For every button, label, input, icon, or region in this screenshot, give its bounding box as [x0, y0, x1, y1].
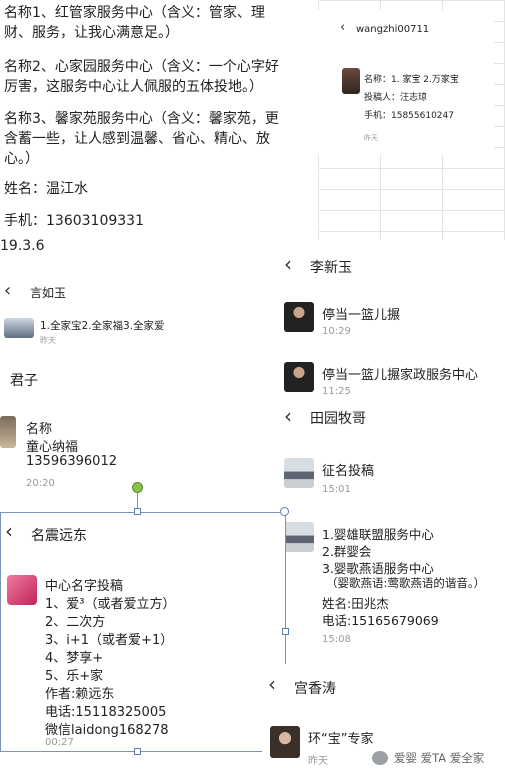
- back-chevron-icon[interactable]: ‹: [5, 519, 13, 543]
- note-panel-wen: 名称1、红管家服务中心（含义：管家、理 财、服务，让我心满意足。） 名称2、心家…: [0, 0, 318, 238]
- note-line: 心。）: [4, 151, 39, 167]
- chat-panel-mingzhen: ‹ 名震远东 中心名字投稿 1、爱³（或者爱立方） 2、二次方 3、i+1（或者…: [0, 512, 286, 752]
- message-line: 13596396012: [26, 454, 117, 469]
- message-time: 昨天: [308, 756, 328, 767]
- avatar: [284, 362, 314, 392]
- message-line: 2、二次方: [45, 615, 106, 630]
- message-time: 00:27: [45, 737, 74, 748]
- message-line: 电话:15165679069: [322, 613, 439, 628]
- note-line: 含蓄一些，让人感到温馨、省心、精心、放: [4, 131, 270, 147]
- chat-card-wangzhi: ‹ wangzhi00711 名称：1. 家宝 2.万家宝 投稿人：汪志琼 手机…: [318, 10, 494, 155]
- chat-panel-yanruyu: ‹ 言如玉 1.全家宝2.全家福3.全家爱 昨天 君子 名称 童心纳福 1359…: [0, 272, 276, 512]
- chat-title: wangzhi00711: [356, 24, 430, 35]
- note-line: 名称3、馨家苑服务中心（含义：馨家苑，更: [4, 111, 279, 127]
- message-time: 昨天: [364, 134, 378, 142]
- message-time: 11:25: [322, 386, 351, 397]
- wechat-watermark: 爱婴 爱TA 爱全家: [372, 748, 505, 772]
- note-name: 姓名：温江水: [4, 181, 88, 197]
- message-time: 15:01: [322, 484, 351, 495]
- message-line: 5、乐+家: [45, 669, 104, 684]
- message-time: 10:29: [322, 326, 351, 337]
- contact-label: 君子: [10, 373, 38, 389]
- message-line: 手机：15855610247: [364, 111, 454, 121]
- back-chevron-icon[interactable]: ‹: [284, 252, 292, 276]
- rotate-handle[interactable]: [132, 482, 143, 493]
- resize-handle-bottom[interactable]: [134, 748, 141, 755]
- watermark-text: 爱婴 爱TA 爱全家: [394, 751, 485, 765]
- chat-title: 田园牧哥: [310, 411, 366, 427]
- message-text: 征名投稿: [322, 464, 375, 479]
- back-chevron-icon[interactable]: ‹: [284, 404, 292, 428]
- note-line: 财、服务，让我心满意足。）: [4, 25, 179, 41]
- chat-panel-tianyuan: ‹ 田园牧哥 征名投稿 15:01 1.婴雄联盟服务中心 2.群婴会 3.婴歌燕…: [276, 404, 505, 656]
- message-line: 作者:赖远东: [45, 687, 115, 702]
- date-fragment: 19.3.6: [0, 238, 45, 254]
- wechat-icon: [372, 751, 388, 765]
- avatar: [342, 68, 360, 94]
- resize-handle-top-right[interactable]: [280, 507, 289, 516]
- message-line: 3、i+1（或者爱+1）: [45, 633, 174, 648]
- avatar: [284, 302, 314, 332]
- message-time: 昨天: [40, 336, 56, 345]
- note-line: 名称1、红管家服务中心（含义：管家、理: [4, 5, 265, 21]
- back-chevron-icon[interactable]: ‹: [4, 280, 11, 301]
- message-line: 1、爱³（或者爱立方）: [45, 597, 176, 612]
- message-text: 停当一篮儿搌: [322, 308, 401, 323]
- message-line: （婴歌燕语:莺歌燕语的谐音。）: [326, 576, 486, 590]
- note-phone: 手机：13603109331: [4, 213, 144, 229]
- message-line: 电话:15118325005: [45, 705, 167, 720]
- message-line: 童心纳福: [26, 440, 79, 455]
- message-line: 名称: [26, 422, 53, 437]
- chat-title: 李新玉: [310, 260, 352, 276]
- chat-title: 名震远东: [31, 528, 87, 544]
- avatar: [270, 726, 300, 758]
- resize-handle-right[interactable]: [282, 628, 289, 635]
- message-time: 15:08: [322, 634, 351, 645]
- avatar: [284, 458, 314, 488]
- back-chevron-icon[interactable]: ‹: [268, 672, 276, 696]
- message-time: 20:20: [26, 478, 55, 489]
- chat-panel-wangzhi: ‹ wangzhi00711 名称：1. 家宝 2.万家宝 投稿人：汪志琼 手机…: [318, 0, 505, 240]
- chat-panel-lixinyu: ‹ 李新玉 停当一篮儿搌 10:29 停当一篮儿搌家政服务中心 11:25: [276, 242, 505, 404]
- chat-title: 宫香涛: [294, 681, 336, 697]
- avatar: [4, 318, 34, 338]
- message-line: 投稿人：汪志琼: [364, 93, 428, 103]
- back-chevron-icon[interactable]: ‹: [340, 20, 345, 35]
- chat-title: 言如玉: [30, 286, 67, 300]
- resize-handle-top[interactable]: [134, 508, 141, 515]
- message-text: 停当一篮儿搌家政服务中心: [322, 368, 479, 383]
- avatar: [0, 416, 16, 448]
- note-line: 名称2、心家园服务中心（含义：一个心字好: [4, 59, 279, 75]
- note-line: 厉害，这服务中心让人佩服的五体投地。）: [4, 79, 263, 95]
- message-text: 1.全家宝2.全家福3.全家爱: [40, 320, 165, 332]
- message-line: 微信laidong168278: [45, 723, 169, 738]
- message-text: 环“宝”专家: [308, 732, 374, 747]
- message-line: 4、梦享+: [45, 651, 104, 666]
- avatar: [7, 575, 37, 605]
- avatar: [284, 522, 314, 552]
- message-line: 名称：1. 家宝 2.万家宝: [364, 75, 459, 85]
- message-line: 中心名字投稿: [45, 579, 124, 594]
